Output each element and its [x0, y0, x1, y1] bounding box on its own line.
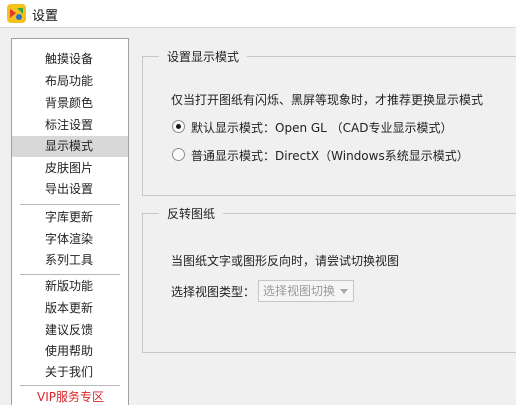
sidebar-item-new-features[interactable]: 新版功能 — [12, 276, 128, 297]
sidebar-item-vip[interactable]: VIP服务专区 — [12, 387, 128, 405]
sidebar-item-help[interactable]: 使用帮助 — [12, 341, 128, 362]
sidebar-item-annotation[interactable]: 标注设置 — [12, 115, 128, 136]
sidebar-item-feedback[interactable]: 建议反馈 — [12, 320, 128, 341]
sidebar-item-export[interactable]: 导出设置 — [12, 179, 128, 200]
sidebar-item-layout[interactable]: 布局功能 — [12, 71, 128, 92]
settings-frame: 触摸设备 布局功能 背景颜色 标注设置 显示模式 皮肤图片 导出设置 字库更新 … — [0, 28, 516, 405]
sidebar-item-tools[interactable]: 系列工具 — [12, 250, 128, 271]
reverse-drawing-group: 反转图纸 当图纸文字或图形反向时，请尝试切换视图 选择视图类型： 选择视图切换 — [142, 205, 516, 353]
reverse-drawing-group-title: 反转图纸 — [159, 205, 224, 222]
display-mode-group: 设置显示模式 仅当打开图纸有闪烁、黑屏等现象时，才推荐更换显示模式 默认显示模式… — [142, 48, 516, 196]
view-type-label: 选择视图类型： — [171, 285, 256, 299]
sidebar-item-version-update[interactable]: 版本更新 — [12, 298, 128, 319]
radio-directx[interactable] — [172, 148, 185, 161]
option-directx-label[interactable]: 普通显示模式：DirectX（Windows系统显示模式） — [191, 147, 469, 164]
sidebar-separator — [20, 274, 120, 275]
display-mode-group-title: 设置显示模式 — [159, 48, 248, 65]
sidebar-item-font-library[interactable]: 字库更新 — [12, 207, 128, 228]
radio-opengl[interactable] — [172, 120, 185, 133]
reverse-drawing-hint: 当图纸文字或图形反向时，请尝试切换视图 — [171, 254, 400, 268]
view-type-select[interactable]: 选择视图切换 — [258, 280, 354, 302]
sidebar-item-background-color[interactable]: 背景颜色 — [12, 93, 128, 114]
sidebar-item-skin[interactable]: 皮肤图片 — [12, 158, 128, 179]
display-mode-hint: 仅当打开图纸有闪烁、黑屏等现象时，才推荐更换显示模式 — [171, 93, 484, 107]
settings-sidebar: 触摸设备 布局功能 背景颜色 标注设置 显示模式 皮肤图片 导出设置 字库更新 … — [11, 38, 129, 405]
sidebar-item-display-mode[interactable]: 显示模式 — [12, 136, 128, 157]
sidebar-separator — [20, 385, 120, 386]
window-title: 设置 — [32, 9, 59, 24]
option-opengl-label[interactable]: 默认显示模式：Open GL （CAD专业显示模式） — [191, 119, 453, 136]
app-logo-icon — [7, 4, 26, 23]
chevron-down-icon — [340, 289, 348, 294]
sidebar-separator — [20, 204, 120, 205]
view-type-select-value: 选择视图切换 — [263, 284, 336, 298]
settings-content: 设置显示模式 仅当打开图纸有闪烁、黑屏等现象时，才推荐更换显示模式 默认显示模式… — [130, 38, 516, 405]
sidebar-item-touch-device[interactable]: 触摸设备 — [12, 49, 128, 70]
title-bar: 设置 — [0, 0, 516, 28]
sidebar-item-about[interactable]: 关于我们 — [12, 362, 128, 383]
sidebar-item-font-rendering[interactable]: 字体渲染 — [12, 229, 128, 250]
radio-selected-dot-icon — [176, 124, 181, 129]
